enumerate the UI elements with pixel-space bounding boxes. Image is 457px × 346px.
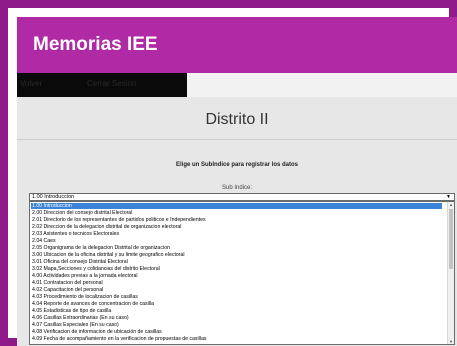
instruction-text: Elige un SubIndice para registrar los da… (175, 162, 299, 168)
scrollbar[interactable]: ▲ ▼ (447, 202, 454, 344)
dropdown-option[interactable]: 4.06 Casillas Extraordinarias (En su cas… (32, 315, 129, 321)
dropdown-option[interactable]: 2.01 Directorio de los representantes de… (32, 217, 206, 223)
dropdown-option[interactable]: 2.02 Direccion de la delegacion distrita… (32, 224, 181, 230)
dropdown-option[interactable]: 4.02 Capacitacion del personal (32, 287, 103, 293)
dropdown-option[interactable]: 4.04 Reporte de avances de concentracion… (32, 301, 154, 307)
subindex-select[interactable]: 1.00 Introduccion ▼ (29, 193, 455, 201)
dropdown-option[interactable]: 3.02 Mapa,Secciones y colidancias del di… (32, 266, 160, 272)
dropdown-option[interactable]: 2.00 Direccion del consejo distrital Ele… (32, 210, 132, 216)
district-title: Distrito II (205, 111, 269, 128)
scroll-down-icon[interactable]: ▼ (449, 339, 453, 344)
dropdown-option[interactable]: 3.01 Oficina del consejo Distrital Elect… (32, 259, 128, 265)
dropdown-option[interactable]: 4.05 Estadisticas de tipo de casilla (32, 308, 111, 314)
dropdown-option[interactable]: 4.03 Procedimiento de localizacion de ca… (32, 294, 138, 300)
dropdown-option[interactable]: 4.09 Fecha de acompañamiento en la verif… (32, 336, 206, 342)
dropdown-option[interactable]: 4.07 Casillas Especiales (En su caso) (32, 322, 119, 328)
back-link[interactable]: Volver (20, 79, 42, 88)
dropdown-caret-icon[interactable]: ▼ (446, 194, 451, 200)
dropdown-option[interactable]: 2.05 Organigrama de la delegacion Distri… (32, 245, 170, 251)
page: Memorias IEE Volver Cerrar Sesion Distri… (17, 17, 457, 346)
subindex-label: Sub Indice: (221, 185, 253, 191)
app-header: Memorias IEE (17, 17, 457, 73)
logout-link[interactable]: Cerrar Sesion (87, 79, 136, 88)
dropdown-option[interactable]: 4.00 Actividades previas a la jornada el… (32, 273, 138, 279)
selected-value: 1.00 Introduccion (32, 194, 75, 200)
subindex-dropdown-list[interactable]: ▲ ▼ 1.00 Introduccion 2.00 Direccion del … (29, 201, 455, 345)
dropdown-option[interactable]: 2.03 Asistentes o tecnicos Electorales (32, 231, 119, 237)
scroll-up-icon[interactable]: ▲ (449, 202, 453, 207)
dropdown-option[interactable]: 1.00 Introduccion (31, 203, 442, 209)
app-title: Memorias IEE (33, 34, 158, 55)
divider (17, 139, 457, 140)
scrollbar-thumb[interactable] (449, 209, 453, 269)
main-content: Distrito II Elige un SubIndice para regi… (17, 97, 457, 346)
dropdown-option[interactable]: 4.08 Verificacion de informacion de ubic… (32, 329, 162, 335)
dropdown-option[interactable]: 2.04 Caes (32, 238, 56, 244)
nav-links-bar: Volver Cerrar Sesion (17, 73, 187, 97)
dropdown-option[interactable]: 3.00 Ubicacion de la oficina distrital y… (32, 252, 185, 258)
navbar: Volver Cerrar Sesion (17, 73, 457, 97)
dropdown-option[interactable]: 4.01 Contratacion del personal (32, 280, 103, 286)
